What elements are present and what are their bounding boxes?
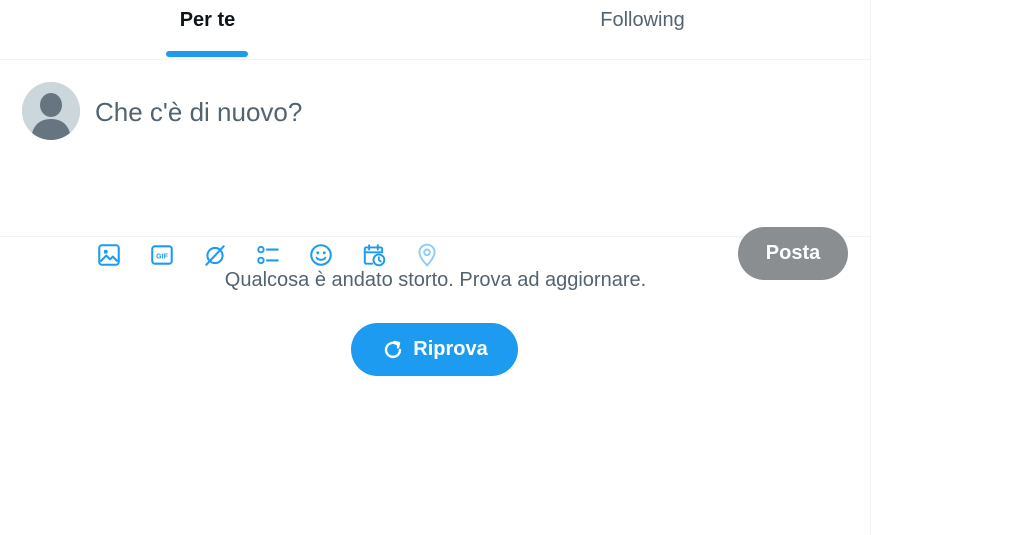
location-icon xyxy=(418,243,436,267)
grok-icon xyxy=(205,245,225,266)
image-icon xyxy=(98,244,120,266)
schedule-icon xyxy=(363,244,386,267)
post-composer: GIF xyxy=(0,60,870,280)
retry-button-label: Riprova xyxy=(413,338,488,360)
default-avatar-icon xyxy=(22,82,80,140)
tab-following[interactable]: Following xyxy=(415,0,870,59)
tab-following-label: Following xyxy=(600,9,685,31)
retry-button[interactable]: Riprova xyxy=(351,323,518,376)
svg-text:GIF: GIF xyxy=(156,253,168,260)
timeline-tabs: Per te Following xyxy=(0,0,870,60)
tab-for-you-label: Per te xyxy=(179,9,236,31)
compose-input[interactable] xyxy=(95,94,795,130)
error-message: Qualcosa è andato storto. Prova ad aggio… xyxy=(224,269,647,291)
emoji-icon xyxy=(310,244,332,266)
avatar[interactable] xyxy=(22,82,80,140)
active-tab-indicator xyxy=(166,51,248,57)
refresh-icon xyxy=(385,340,402,358)
main-column: Per te Following Che c'è di nuovo? GIF P… xyxy=(0,0,871,535)
poll-icon xyxy=(257,245,279,265)
gif-icon: GIF xyxy=(151,245,173,265)
